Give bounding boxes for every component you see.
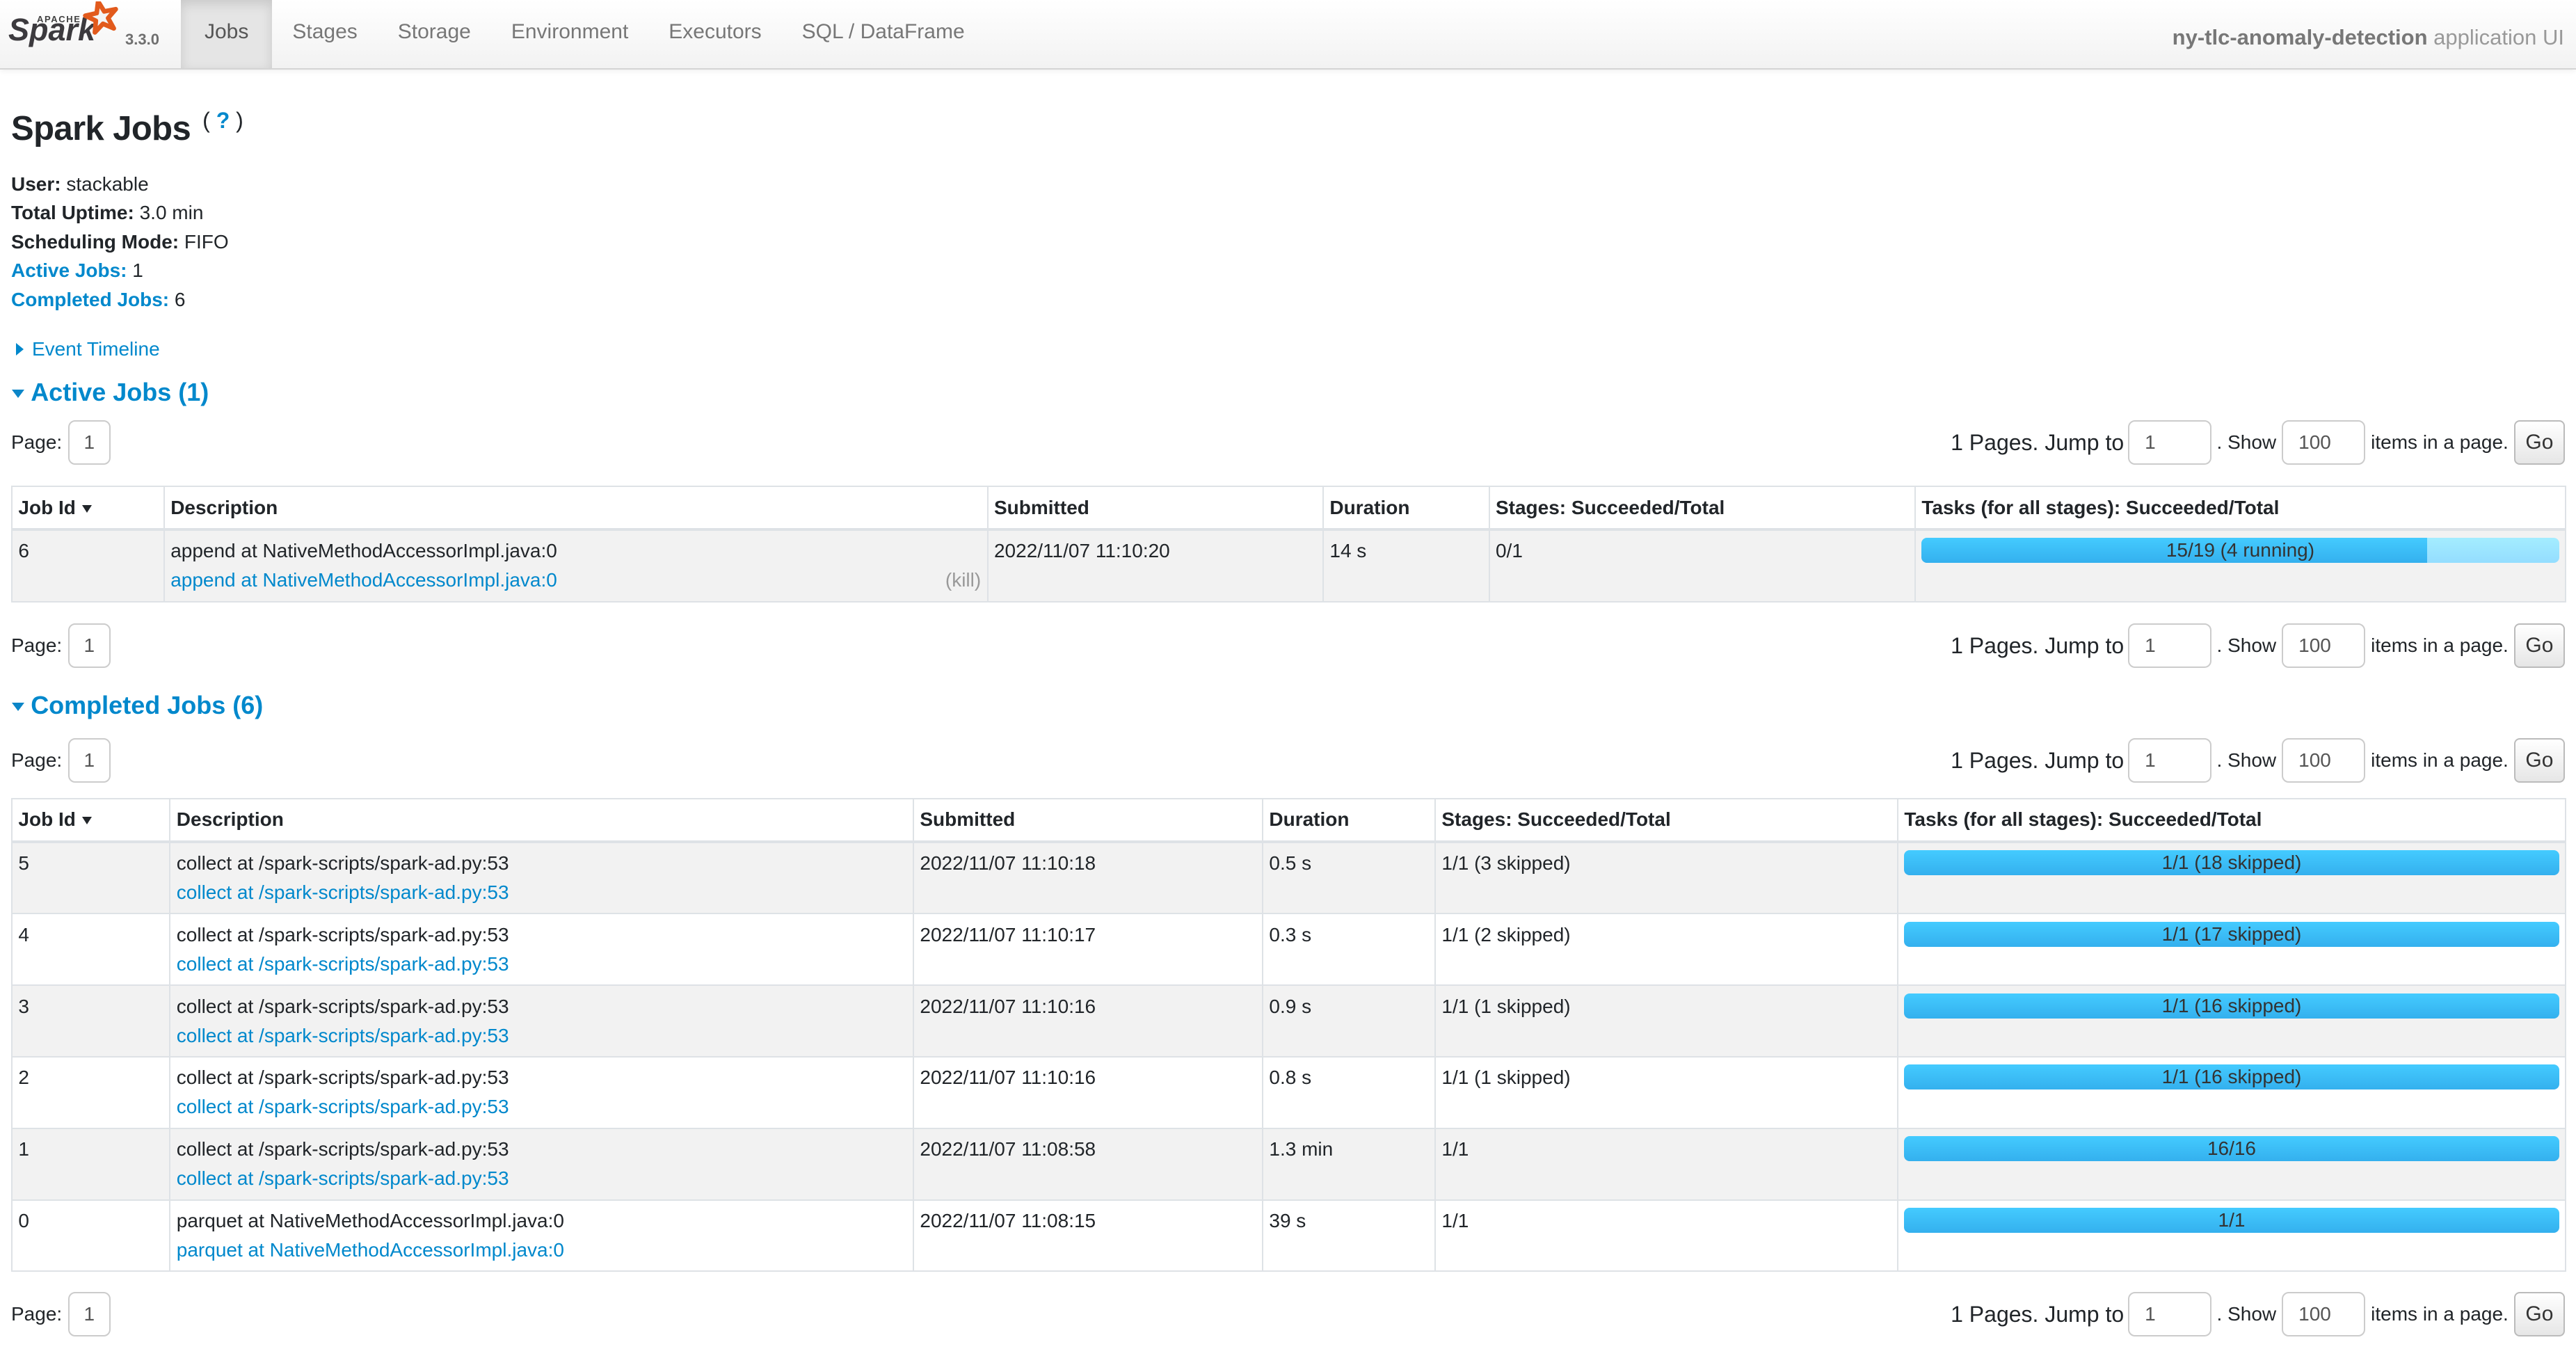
svg-text:Spark: Spark	[8, 12, 97, 47]
